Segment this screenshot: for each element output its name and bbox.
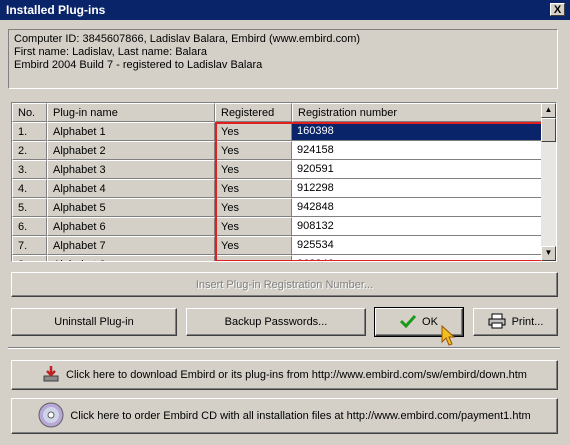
printer-icon (488, 313, 506, 332)
cell-plugin-name[interactable]: Alphabet 1 (47, 122, 215, 141)
cell-registered[interactable]: Yes (215, 160, 292, 179)
backup-passwords-button[interactable]: Backup Passwords... (186, 308, 366, 336)
mouse-pointer-icon (441, 324, 457, 350)
header-no[interactable]: No. (12, 103, 47, 122)
checkmark-icon (399, 314, 417, 331)
separator (8, 347, 560, 349)
insert-registration-label: Insert Plug-in Registration Number... (195, 278, 374, 291)
cell-plugin-name[interactable]: Alphabet 2 (47, 141, 215, 160)
table-row[interactable]: 5. Alphabet 5 Yes 942848 (12, 198, 544, 217)
cell-registration-number[interactable]: 925534 (292, 236, 544, 255)
uninstall-plugin-button[interactable]: Uninstall Plug-in (11, 308, 177, 336)
cell-registration-number[interactable]: 160398 (292, 122, 544, 141)
table-row[interactable]: 6. Alphabet 6 Yes 908132 (12, 217, 544, 236)
info-panel: Computer ID: 3845607866, Ladislav Balara… (8, 29, 558, 89)
cell-no[interactable]: 2. (12, 141, 47, 160)
cell-registration-number[interactable]: 942848 (292, 198, 544, 217)
header-registration-number[interactable]: Registration number (292, 103, 544, 122)
title-bar: Installed Plug-ins X (0, 0, 570, 20)
cell-no[interactable]: 4. (12, 179, 47, 198)
cell-registered[interactable]: Yes (215, 179, 292, 198)
uninstall-label: Uninstall Plug-in (54, 316, 134, 328)
cell-plugin-name[interactable]: Alphabet 4 (47, 179, 215, 198)
cell-registered[interactable]: Yes (215, 198, 292, 217)
table-row[interactable]: 3. Alphabet 3 Yes 920591 (12, 160, 544, 179)
table-row[interactable]: 8.Alphabet 8Yes962346 (12, 255, 544, 261)
plugins-table[interactable]: No. Plug-in name Registered Registration… (11, 102, 557, 262)
cell-plugin-name[interactable]: Alphabet 8 (47, 255, 215, 261)
vertical-scrollbar[interactable]: ▲ ▼ (541, 103, 556, 261)
cell-no[interactable]: 7. (12, 236, 47, 255)
cell-plugin-name[interactable]: Alphabet 6 (47, 217, 215, 236)
info-line-name: First name: Ladislav, Last name: Balara (14, 46, 207, 58)
scroll-down-icon[interactable]: ▼ (541, 246, 556, 261)
cell-registered[interactable]: Yes (215, 236, 292, 255)
download-embird-button[interactable]: Click here to download Embird or its plu… (11, 360, 558, 390)
close-button[interactable]: X (550, 3, 565, 16)
cell-registration-number[interactable]: 912298 (292, 179, 544, 198)
header-registered[interactable]: Registered (215, 103, 292, 122)
scroll-up-icon[interactable]: ▲ (541, 103, 556, 118)
print-button[interactable]: Print... (473, 308, 558, 336)
scroll-thumb[interactable] (541, 118, 556, 142)
cell-registration-number[interactable]: 924158 (292, 141, 544, 160)
table-row[interactable]: 7. Alphabet 7 Yes 925534 (12, 236, 544, 255)
cell-registered[interactable]: Yes (215, 255, 292, 261)
cell-plugin-name[interactable]: Alphabet 5 (47, 198, 215, 217)
print-label: Print... (511, 316, 544, 328)
cell-no[interactable]: 5. (12, 198, 47, 217)
info-line-computer-id: Computer ID: 3845607866, Ladislav Balara… (14, 33, 361, 45)
ok-label: OK (422, 316, 438, 328)
cell-no[interactable]: 8. (12, 255, 47, 261)
table-row[interactable]: 2. Alphabet 2 Yes 924158 (12, 141, 544, 160)
cell-registration-number[interactable]: 908132 (292, 217, 544, 236)
cd-icon (38, 402, 64, 431)
info-line-version: Embird 2004 Build 7 - registered to Ladi… (14, 59, 263, 71)
cell-registration-number[interactable]: 920591 (292, 160, 544, 179)
cell-registration-number[interactable]: 962346 (292, 255, 544, 261)
cell-registered[interactable]: Yes (215, 141, 292, 160)
download-icon (42, 365, 60, 386)
backup-label: Backup Passwords... (224, 316, 328, 328)
cell-plugin-name[interactable]: Alphabet 7 (47, 236, 215, 255)
table-row[interactable]: 4. Alphabet 4 Yes 912298 (12, 179, 544, 198)
cell-no[interactable]: 3. (12, 160, 47, 179)
cell-registered[interactable]: Yes (215, 122, 292, 141)
insert-registration-button[interactable]: Insert Plug-in Registration Number... (11, 272, 558, 297)
cell-registered[interactable]: Yes (215, 217, 292, 236)
cell-no[interactable]: 6. (12, 217, 47, 236)
cell-no[interactable]: 1. (12, 122, 47, 141)
order-cd-button[interactable]: Click here to order Embird CD with all i… (11, 398, 558, 434)
download-label: Click here to download Embird or its plu… (66, 369, 527, 381)
table-row[interactable]: 1. Alphabet 1 Yes 160398 (12, 122, 544, 141)
header-plugin-name[interactable]: Plug-in name (47, 103, 215, 122)
window-title: Installed Plug-ins (6, 3, 106, 17)
order-label: Click here to order Embird CD with all i… (70, 410, 531, 422)
cell-plugin-name[interactable]: Alphabet 3 (47, 160, 215, 179)
